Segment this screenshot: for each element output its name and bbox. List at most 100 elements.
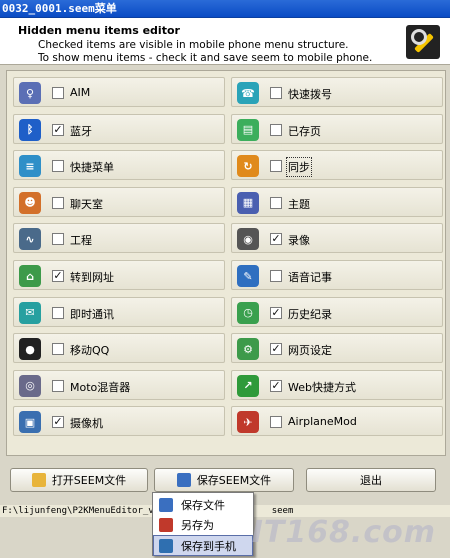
tools-icon: [406, 25, 440, 59]
menu-item-label: 摄像机: [70, 417, 103, 431]
menu-item-save-to-phone[interactable]: 保存到手机: [153, 535, 253, 556]
visibility-checkbox[interactable]: [270, 196, 282, 209]
menu-item-video-record[interactable]: ◉ ✓ 录像: [231, 223, 443, 254]
visibility-checkbox[interactable]: [52, 343, 64, 356]
menu-item-label: 语音记事: [288, 271, 332, 284]
visibility-checkbox[interactable]: [52, 87, 64, 99]
menu-item-label: 快速拨号: [288, 88, 332, 101]
menu-item-theme[interactable]: ▦ 主题: [231, 186, 443, 217]
menu-item-label: Web快捷方式: [288, 380, 356, 394]
menu-item-save-as[interactable]: 另存为: [154, 515, 252, 534]
menu-item-label: 另存为: [181, 518, 214, 532]
menu-item-chat-room[interactable]: ☻ 聊天室: [13, 186, 225, 217]
visibility-checkbox[interactable]: ✓: [52, 416, 64, 429]
visibility-checkbox[interactable]: [270, 416, 282, 429]
header-description-line1: Checked items are visible in mobile phon…: [38, 39, 349, 51]
visibility-checkbox[interactable]: [270, 87, 282, 99]
window-titlebar: 0032_0001.seem菜单: [0, 0, 450, 18]
save-to-phone-icon: [159, 538, 173, 553]
menu-item-sync[interactable]: ↻ 同步: [231, 150, 443, 181]
web-settings-icon: ⚙: [237, 338, 259, 361]
menu-item-label: 历史纪录: [288, 307, 332, 321]
menu-item-label: 工程: [70, 234, 92, 248]
menu-item-voice-note[interactable]: ✎ 语音记事: [231, 260, 443, 290]
visibility-checkbox[interactable]: [52, 196, 64, 209]
visibility-checkbox[interactable]: [270, 160, 282, 173]
menu-item-label: 聊天室: [70, 197, 103, 211]
save-seem-file-button[interactable]: 保存SEEM文件: [154, 468, 294, 492]
window-title: 0032_0001.seem菜单: [2, 2, 117, 15]
menu-items-panel: ♀ AIM ☎ 快速拨号 ᛒ ✓ 蓝牙 ▤ 已存页 ≡ 快捷菜单 ↻ 同步 ☻ 聊天室 ▦ 主题 ∿ 工程 ◉ ✓ 录像 ⌂…: [6, 70, 446, 456]
visibility-checkbox[interactable]: ✓: [270, 343, 282, 356]
menu-item-label: 快捷菜单: [70, 161, 114, 175]
camera-icon: ▣: [19, 411, 41, 434]
menu-item-label: 保存到手机: [181, 539, 236, 553]
menu-item-goto-url[interactable]: ⌂ ✓ 转到网址: [13, 260, 225, 290]
aim-icon: ♀: [19, 82, 41, 104]
mixer-icon: ◎: [19, 374, 41, 397]
menu-item-airplane-mode[interactable]: ✈ AirplaneMod: [231, 406, 443, 437]
menu-item-save-file[interactable]: 保存文件: [154, 495, 252, 514]
instant-messaging-icon: ✉: [19, 301, 41, 324]
menu-item-label: 网页设定: [288, 344, 332, 358]
visibility-checkbox[interactable]: ✓: [52, 270, 64, 282]
visibility-checkbox[interactable]: [52, 306, 64, 319]
speed-dial-icon: ☎: [237, 82, 259, 104]
header-description-line2: To show menu items - check it and save s…: [38, 52, 373, 64]
menu-item-label: AirplaneMod: [288, 415, 357, 429]
menu-item-label: 移动QQ: [70, 344, 110, 358]
visibility-checkbox[interactable]: ✓: [270, 379, 282, 392]
menu-item-label: 即时通讯: [70, 307, 114, 321]
visibility-checkbox[interactable]: [270, 123, 282, 136]
chat-room-icon: ☻: [19, 191, 41, 214]
menu-item-speed-dial[interactable]: ☎ 快速拨号: [231, 77, 443, 107]
menu-item-saved-pages[interactable]: ▤ 已存页: [231, 113, 443, 144]
visibility-checkbox[interactable]: [52, 233, 64, 246]
open-seem-file-label: 打开SEEM文件: [51, 474, 127, 487]
menu-item-label: 蓝牙: [70, 124, 92, 138]
theme-icon: ▦: [237, 191, 259, 214]
menu-item-label: 保存文件: [181, 498, 225, 512]
exit-label: 退出: [360, 474, 382, 487]
floppy-disk-icon: [176, 473, 191, 487]
menu-item-aim[interactable]: ♀ AIM: [13, 77, 225, 107]
editor-header: Hidden menu items editor Checked items a…: [0, 18, 450, 65]
header-title: Hidden menu items editor: [18, 24, 180, 37]
menu-item-shortcut-menu[interactable]: ≡ 快捷菜单: [13, 150, 225, 181]
shortcut-menu-icon: ≡: [19, 155, 41, 178]
menu-item-qq[interactable]: ● 移动QQ: [13, 333, 225, 364]
menu-item-engineering[interactable]: ∿ 工程: [13, 223, 225, 254]
menu-item-web-settings[interactable]: ⚙ ✓ 网页设定: [231, 333, 443, 364]
visibility-checkbox[interactable]: [270, 270, 282, 282]
save-seem-file-label: 保存SEEM文件: [196, 474, 272, 487]
folder-open-icon: [31, 473, 46, 487]
menu-item-mixer[interactable]: ◎ Moto混音器: [13, 369, 225, 400]
qq-icon: ●: [19, 338, 41, 361]
visibility-checkbox[interactable]: ✓: [52, 123, 64, 136]
menu-item-label: Moto混音器: [70, 380, 131, 394]
visibility-checkbox[interactable]: [52, 379, 64, 392]
menu-item-label: 同步: [286, 157, 312, 178]
menu-item-label: 已存页: [288, 124, 321, 138]
menu-item-history[interactable]: ◷ ✓ 历史纪录: [231, 296, 443, 327]
visibility-checkbox[interactable]: [52, 160, 64, 173]
exit-button[interactable]: 退出: [306, 468, 436, 492]
menu-item-web-shortcut[interactable]: ↗ ✓ Web快捷方式: [231, 369, 443, 400]
save-as-icon: [159, 517, 173, 532]
goto-url-icon: ⌂: [19, 265, 41, 287]
save-file-icon: [159, 497, 173, 512]
menu-item-bluetooth[interactable]: ᛒ ✓ 蓝牙: [13, 113, 225, 144]
status-path: F:\lijunfeng\P2KMenuEditor_v: [2, 506, 154, 516]
visibility-checkbox[interactable]: ✓: [270, 306, 282, 319]
open-seem-file-button[interactable]: 打开SEEM文件: [10, 468, 148, 492]
menu-item-label: 录像: [288, 234, 310, 248]
menu-item-camera[interactable]: ▣ ✓ 摄像机: [13, 406, 225, 437]
web-shortcut-icon: ↗: [237, 374, 259, 397]
bluetooth-icon: ᛒ: [19, 118, 41, 141]
menu-item-label: 主题: [288, 197, 310, 211]
video-record-icon: ◉: [237, 228, 259, 251]
site-watermark: IT168.com: [251, 515, 436, 550]
menu-item-instant-messaging[interactable]: ✉ 即时通讯: [13, 296, 225, 327]
voice-note-icon: ✎: [237, 265, 259, 287]
visibility-checkbox[interactable]: ✓: [270, 233, 282, 246]
